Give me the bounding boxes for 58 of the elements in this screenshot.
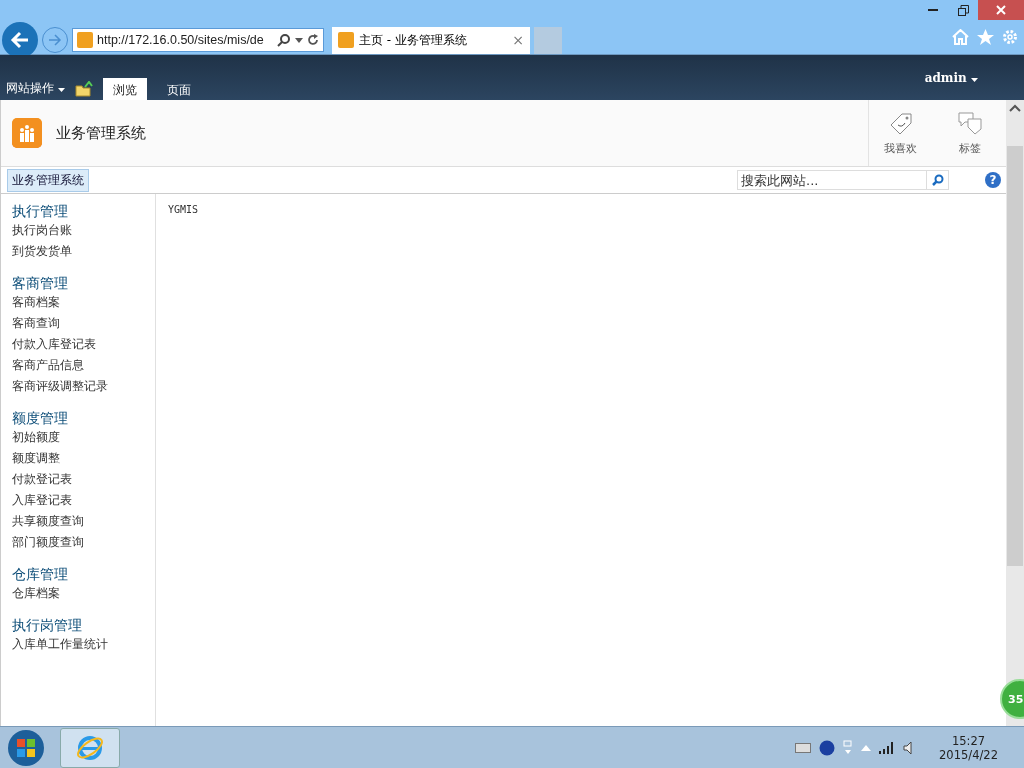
refresh-icon[interactable] xyxy=(307,34,319,46)
counter-badge: 35 xyxy=(1000,679,1024,719)
nav-link[interactable]: 额度调整 xyxy=(12,448,155,469)
nav-link[interactable]: 入库单工作量统计 xyxy=(12,634,155,655)
nav-link[interactable]: 初始额度 xyxy=(12,427,155,448)
back-button[interactable] xyxy=(2,22,38,58)
like-button[interactable]: 我喜欢 xyxy=(868,100,932,166)
browser-tab[interactable]: 主页 - 业务管理系统 × xyxy=(332,26,530,54)
search-icon[interactable] xyxy=(931,174,944,186)
star-icon[interactable] xyxy=(977,29,994,45)
nav-link[interactable]: 仓库档案 xyxy=(12,583,155,604)
caret-icon xyxy=(295,37,303,43)
signal-icon[interactable] xyxy=(879,741,896,754)
help-button[interactable]: ? xyxy=(985,172,1001,188)
clock[interactable]: 15:27 2015/4/22 xyxy=(939,733,998,762)
search-field[interactable]: 搜索此网站... xyxy=(737,170,927,190)
nav-link[interactable]: 共享额度查询 xyxy=(12,511,155,532)
nav-link[interactable]: 客商评级调整记录 xyxy=(12,376,155,397)
site-actions-menu[interactable]: 网站操作 xyxy=(6,80,65,100)
nav-heading[interactable]: 执行岗管理 xyxy=(12,616,155,634)
search-icon xyxy=(277,33,291,47)
nav-link[interactable]: 到货发货单 xyxy=(12,241,155,262)
scrollbar[interactable] xyxy=(1006,100,1024,727)
arrow-left-icon xyxy=(10,31,30,49)
caret-icon xyxy=(971,78,978,82)
content-text: YGMIS xyxy=(167,203,200,217)
nav-heading[interactable]: 执行管理 xyxy=(12,202,155,220)
tags-button[interactable]: 标签 xyxy=(946,100,994,166)
breadcrumb-link[interactable]: 业务管理系统 xyxy=(7,168,89,192)
site-title[interactable]: 业务管理系统 xyxy=(56,123,854,143)
nav-link[interactable]: 客商档案 xyxy=(12,292,155,313)
speech-bubbles-icon xyxy=(957,110,983,135)
nav-link[interactable]: 客商产品信息 xyxy=(12,355,155,376)
folder-icon[interactable] xyxy=(74,81,93,97)
nav-heading[interactable]: 客商管理 xyxy=(12,274,155,292)
nav-heading[interactable]: 仓库管理 xyxy=(12,565,155,583)
nav-link[interactable]: 入库登记表 xyxy=(12,490,155,511)
minimize-icon xyxy=(928,8,938,12)
nav-link[interactable]: 执行岗台账 xyxy=(12,220,155,241)
keyboard-icon[interactable] xyxy=(795,742,812,753)
restore-icon xyxy=(957,4,969,16)
caret-icon xyxy=(57,88,65,92)
nav-link[interactable]: 部门额度查询 xyxy=(12,532,155,553)
close-button[interactable] xyxy=(978,0,1024,20)
nav-link[interactable]: 客商查询 xyxy=(12,313,155,334)
nav-link[interactable]: 付款登记表 xyxy=(12,469,155,490)
ribbon-tab[interactable]: 浏览 xyxy=(102,78,147,100)
address-bar[interactable]: http://172.16.0.50/sites/mis/de xyxy=(72,28,324,52)
site-icon xyxy=(77,32,93,48)
taskbar-browser-button[interactable] xyxy=(60,727,120,768)
close-icon xyxy=(996,5,1006,15)
site-logo-icon xyxy=(12,118,42,148)
arrow-right-icon xyxy=(48,34,62,46)
ribbon-tab[interactable]: 页面 xyxy=(156,78,201,100)
user-menu[interactable]: admin xyxy=(924,71,978,85)
nav-heading[interactable]: 额度管理 xyxy=(12,409,155,427)
nav-link[interactable]: 付款入库登记表 xyxy=(12,334,155,355)
start-button[interactable] xyxy=(6,727,46,768)
